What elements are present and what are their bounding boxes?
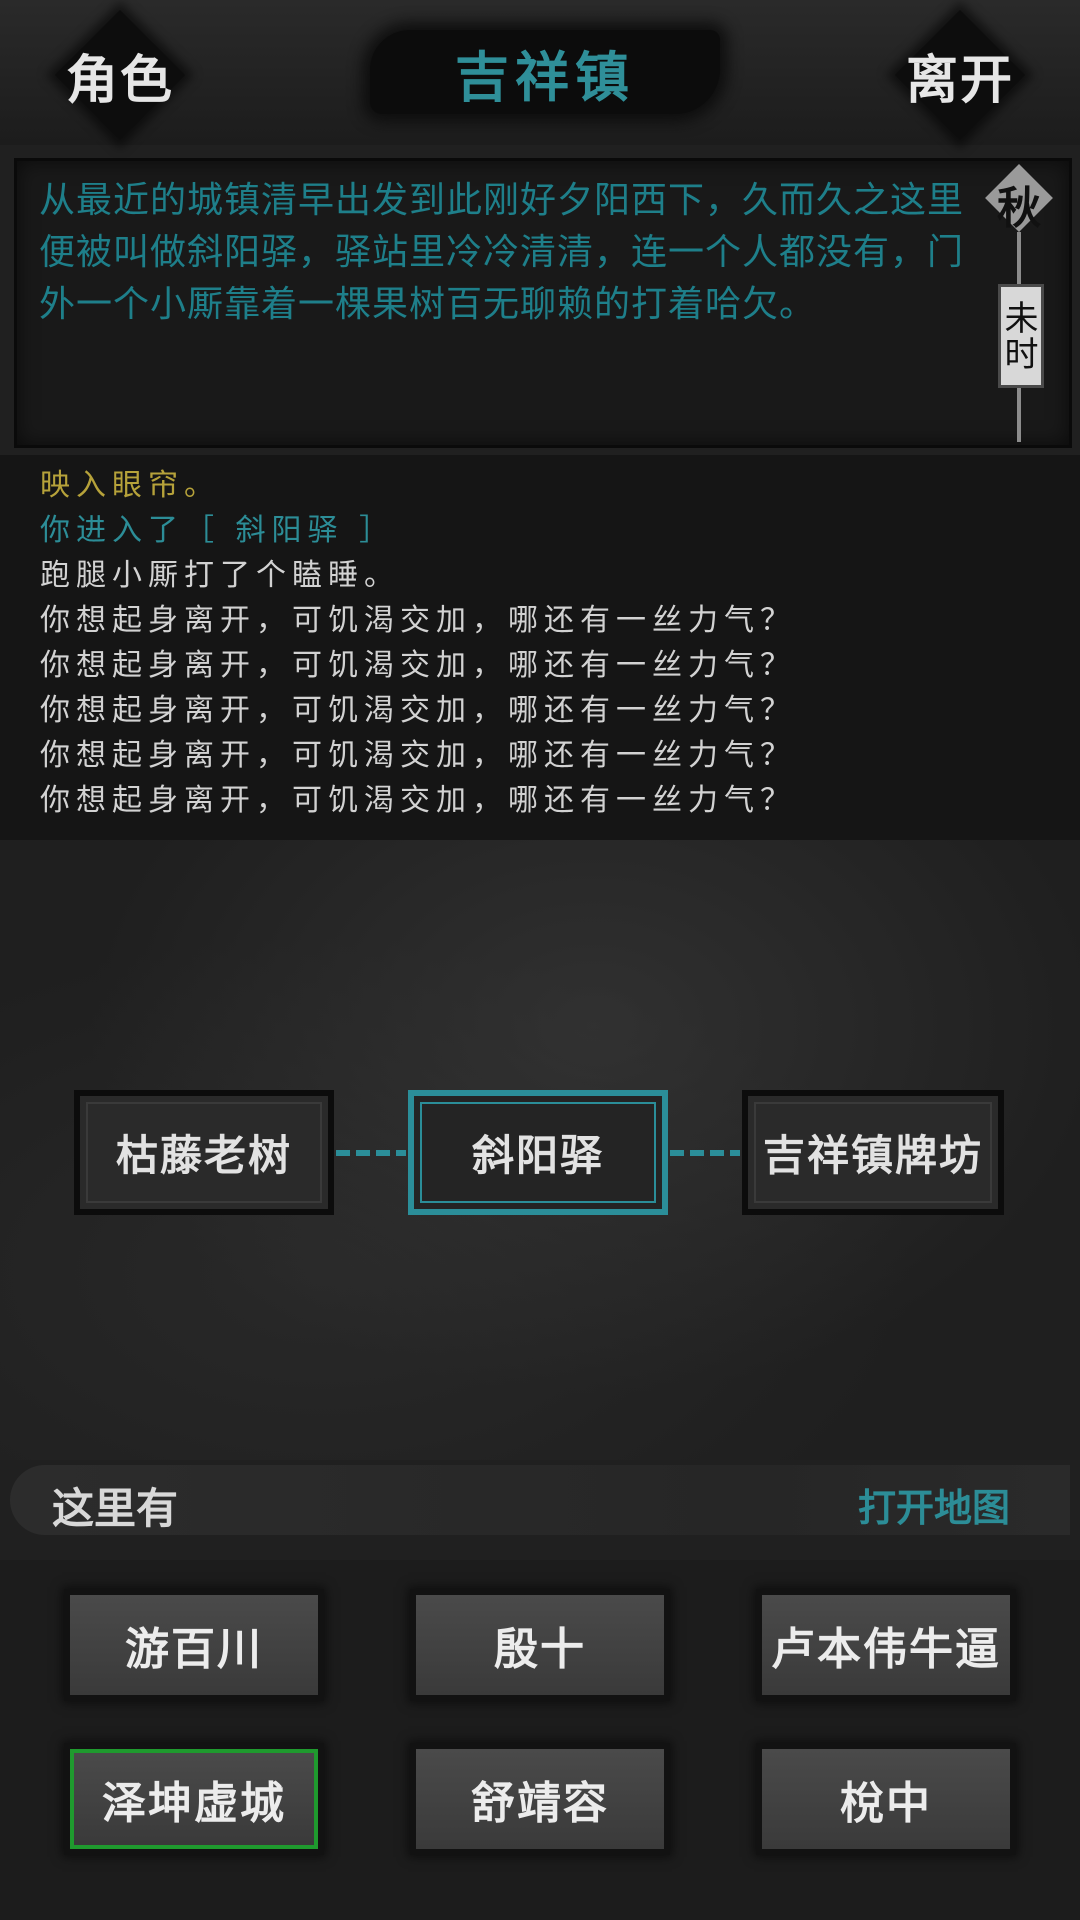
season-label: 秋 [997,183,1041,234]
here-label: 这里有 [52,1484,179,1533]
log-line: 你想起身离开，可饥渴交加，哪还有一丝力气？ [40,738,796,773]
npc-button[interactable]: 舒靖容 [416,1749,664,1849]
map-connector-left [336,1150,406,1156]
map-node-right[interactable]: 吉祥镇牌坊 [742,1090,1004,1215]
leave-button[interactable]: 离开 [894,9,1026,141]
location-description-panel: 从最近的城镇清早出发到此刚好夕阳西下，久而久之这里便被叫做斜阳驿，驿站里冷冷清清… [14,158,1072,448]
log-line: 你想起身离开，可饥渴交加，哪还有一丝力气？ [40,783,796,818]
map-node-left[interactable]: 枯藤老树 [74,1090,334,1215]
open-map-button[interactable]: 打开地图 [858,1477,1010,1532]
log-line: 你想起身离开，可饥渴交加，哪还有一丝力气？ [40,648,796,683]
log-line: 映入眼帘。 [40,468,220,503]
time-label: 未时 [998,284,1044,388]
location-title: 吉祥镇 [370,22,720,122]
log-list: 映入眼帘。 你进入了［ 斜阳驿 ］ 跑腿小厮打了个瞌睡。 你想起身离开，可饥渴交… [40,463,796,823]
map-connector-right [670,1150,740,1156]
npc-button[interactable]: 殷十 [416,1595,664,1695]
log-line: 跑腿小厮打了个瞌睡。 [40,558,400,593]
location-description: 从最近的城镇清早出发到此刚好夕阳西下，久而久之这里便被叫做斜阳驿，驿站里冷冷清清… [39,180,965,325]
npc-button[interactable]: 卢本伟牛逼 [762,1595,1010,1695]
npc-button-selected[interactable]: 泽坤虚城 [70,1749,318,1849]
here-bar: 这里有 打开地图 [10,1465,1070,1535]
season-time-indicator: 秋 未时 [985,164,1053,444]
leave-button-label: 离开 [905,50,1014,111]
log-line: 你进入了［ 斜阳驿 ］ [40,513,396,548]
log-line: 你想起身离开，可饥渴交加，哪还有一丝力气？ [40,693,796,728]
npc-button[interactable]: 梲中 [762,1749,1010,1849]
npc-button[interactable]: 游百川 [70,1595,318,1695]
game-screen: 角色 吉祥镇 离开 从最近的城镇清早出发到此刚好夕阳西下，久而久之这里便被叫做斜… [0,0,1080,1920]
location-title-text: 吉祥镇 [455,45,635,109]
log-line: 你想起身离开，可饥渴交加，哪还有一丝力气？ [40,603,796,638]
message-log: 映入眼帘。 你进入了［ 斜阳驿 ］ 跑腿小厮打了个瞌睡。 你想起身离开，可饥渴交… [0,455,1080,840]
map-node-current[interactable]: 斜阳驿 [408,1090,668,1215]
role-button-label: 角色 [65,50,174,111]
role-button[interactable]: 角色 [54,9,186,141]
